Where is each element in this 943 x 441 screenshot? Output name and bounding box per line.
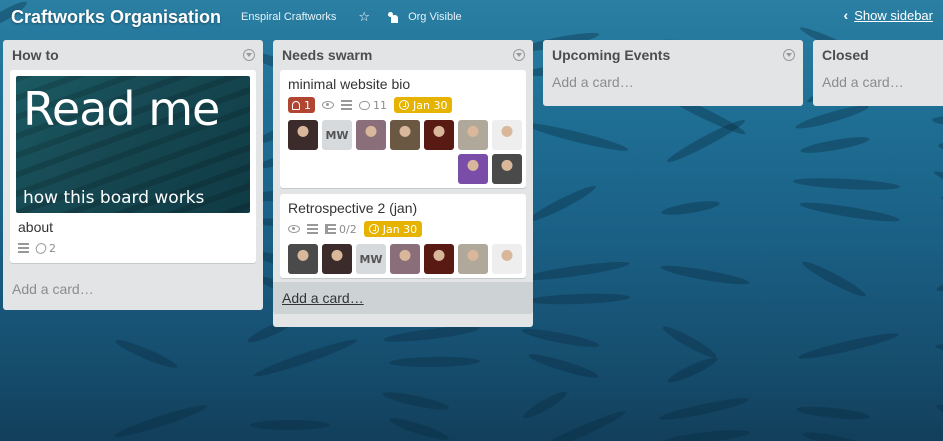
card-retrospective-2[interactable]: Retrospective 2 (jan) 0/2 Jan 30 MW: [280, 194, 526, 278]
member-avatar[interactable]: [458, 154, 488, 184]
comment-icon: [359, 100, 370, 110]
attachments-count: 2: [49, 241, 56, 255]
member-avatar[interactable]: [458, 244, 488, 274]
add-card-button[interactable]: Add a card…: [543, 70, 803, 98]
notification-count: 1: [304, 98, 311, 112]
card-title: Retrospective 2 (jan): [288, 200, 418, 216]
visibility-button[interactable]: Org Visible: [388, 11, 462, 23]
due-date: Jan 30: [382, 222, 418, 236]
list-how-to: How to Read me how this board works abou…: [3, 40, 263, 310]
watch-icon: [322, 101, 334, 109]
member-avatar[interactable]: [288, 244, 318, 274]
add-card-button[interactable]: Add a card…: [813, 70, 943, 98]
clock-icon: [368, 224, 379, 234]
chevron-left-icon: ‹: [843, 7, 849, 23]
due-date-badge: Jan 30: [394, 97, 453, 113]
card-badges: 0/2 Jan 30: [288, 220, 518, 238]
due-date-badge: Jan 30: [363, 221, 423, 237]
list-needs-swarm: Needs swarm minimal website bio 1 11 Jan…: [273, 40, 533, 327]
show-sidebar-button[interactable]: ‹ Show sidebar: [844, 7, 933, 23]
list-title[interactable]: How to: [12, 47, 59, 63]
add-card-button[interactable]: Add a card…: [273, 282, 533, 314]
list-title[interactable]: Closed: [822, 47, 869, 63]
member-avatar[interactable]: [288, 120, 318, 150]
member-avatar[interactable]: [424, 120, 454, 150]
list-title[interactable]: Upcoming Events: [552, 47, 670, 63]
list-upcoming-events: Upcoming Events Add a card…: [543, 40, 803, 106]
checklist-badge: 0/2: [325, 223, 357, 236]
list-closed: Closed Add a card…: [813, 40, 943, 106]
member-avatar[interactable]: [492, 120, 522, 150]
card-about[interactable]: Read me how this board works about 2: [10, 70, 256, 263]
list-header: How to: [3, 40, 263, 70]
member-avatar[interactable]: [322, 244, 352, 274]
card-title: about: [18, 219, 54, 235]
board-header: Craftworks Organisation Enspiral Craftwo…: [0, 0, 943, 34]
organization-link[interactable]: Enspiral Craftworks: [241, 11, 336, 23]
member-avatar[interactable]: [356, 120, 386, 150]
description-icon: [18, 243, 29, 253]
list-menu-icon[interactable]: [783, 49, 795, 61]
description-icon: [341, 100, 352, 110]
card-title: minimal website bio: [288, 76, 411, 92]
description-icon: [307, 224, 318, 234]
attachments-badge: 2: [33, 240, 56, 256]
list-menu-icon[interactable]: [513, 49, 525, 61]
list-header: Closed: [813, 40, 943, 70]
board-title[interactable]: Craftworks Organisation: [11, 7, 221, 28]
cover-subtitle: how this board works: [23, 188, 205, 208]
show-sidebar-label: Show sidebar: [854, 7, 933, 23]
watch-icon: [288, 225, 300, 233]
card-members: MW: [280, 120, 526, 188]
bell-icon: [292, 100, 300, 110]
list-title[interactable]: Needs swarm: [282, 47, 372, 63]
comments-badge: 11: [359, 99, 387, 112]
card-minimal-website-bio[interactable]: minimal website bio 1 11 Jan 30 MW: [280, 70, 526, 188]
comment-count: 11: [373, 98, 387, 112]
list-header: Needs swarm: [273, 40, 533, 70]
member-avatar[interactable]: [390, 244, 420, 274]
checklist-icon: [325, 224, 336, 234]
member-avatar[interactable]: [424, 244, 454, 274]
member-avatar[interactable]: MW: [322, 120, 352, 150]
card-members: MW: [280, 244, 526, 278]
star-icon[interactable]: ☆: [358, 10, 370, 25]
member-avatar[interactable]: [492, 154, 522, 184]
member-avatar[interactable]: [458, 120, 488, 150]
add-card-button[interactable]: Add a card…: [3, 273, 263, 305]
card-badges: 2: [18, 239, 248, 257]
clock-icon: [399, 100, 409, 110]
list-header: Upcoming Events: [543, 40, 803, 70]
member-avatar[interactable]: [390, 120, 420, 150]
card-cover-image: Read me how this board works: [16, 76, 250, 213]
due-date: Jan 30: [413, 98, 448, 112]
visibility-label: Org Visible: [408, 11, 462, 23]
member-avatar[interactable]: MW: [356, 244, 386, 274]
checklist-count: 0/2: [339, 222, 357, 236]
cover-title: Read me: [23, 82, 220, 136]
member-avatar[interactable]: [492, 244, 522, 274]
paperclip-icon: [33, 240, 49, 256]
card-badges: 1 11 Jan 30: [288, 96, 518, 114]
list-menu-icon[interactable]: [243, 49, 255, 61]
org-visible-icon: [388, 11, 400, 23]
notification-badge: 1: [288, 97, 315, 113]
